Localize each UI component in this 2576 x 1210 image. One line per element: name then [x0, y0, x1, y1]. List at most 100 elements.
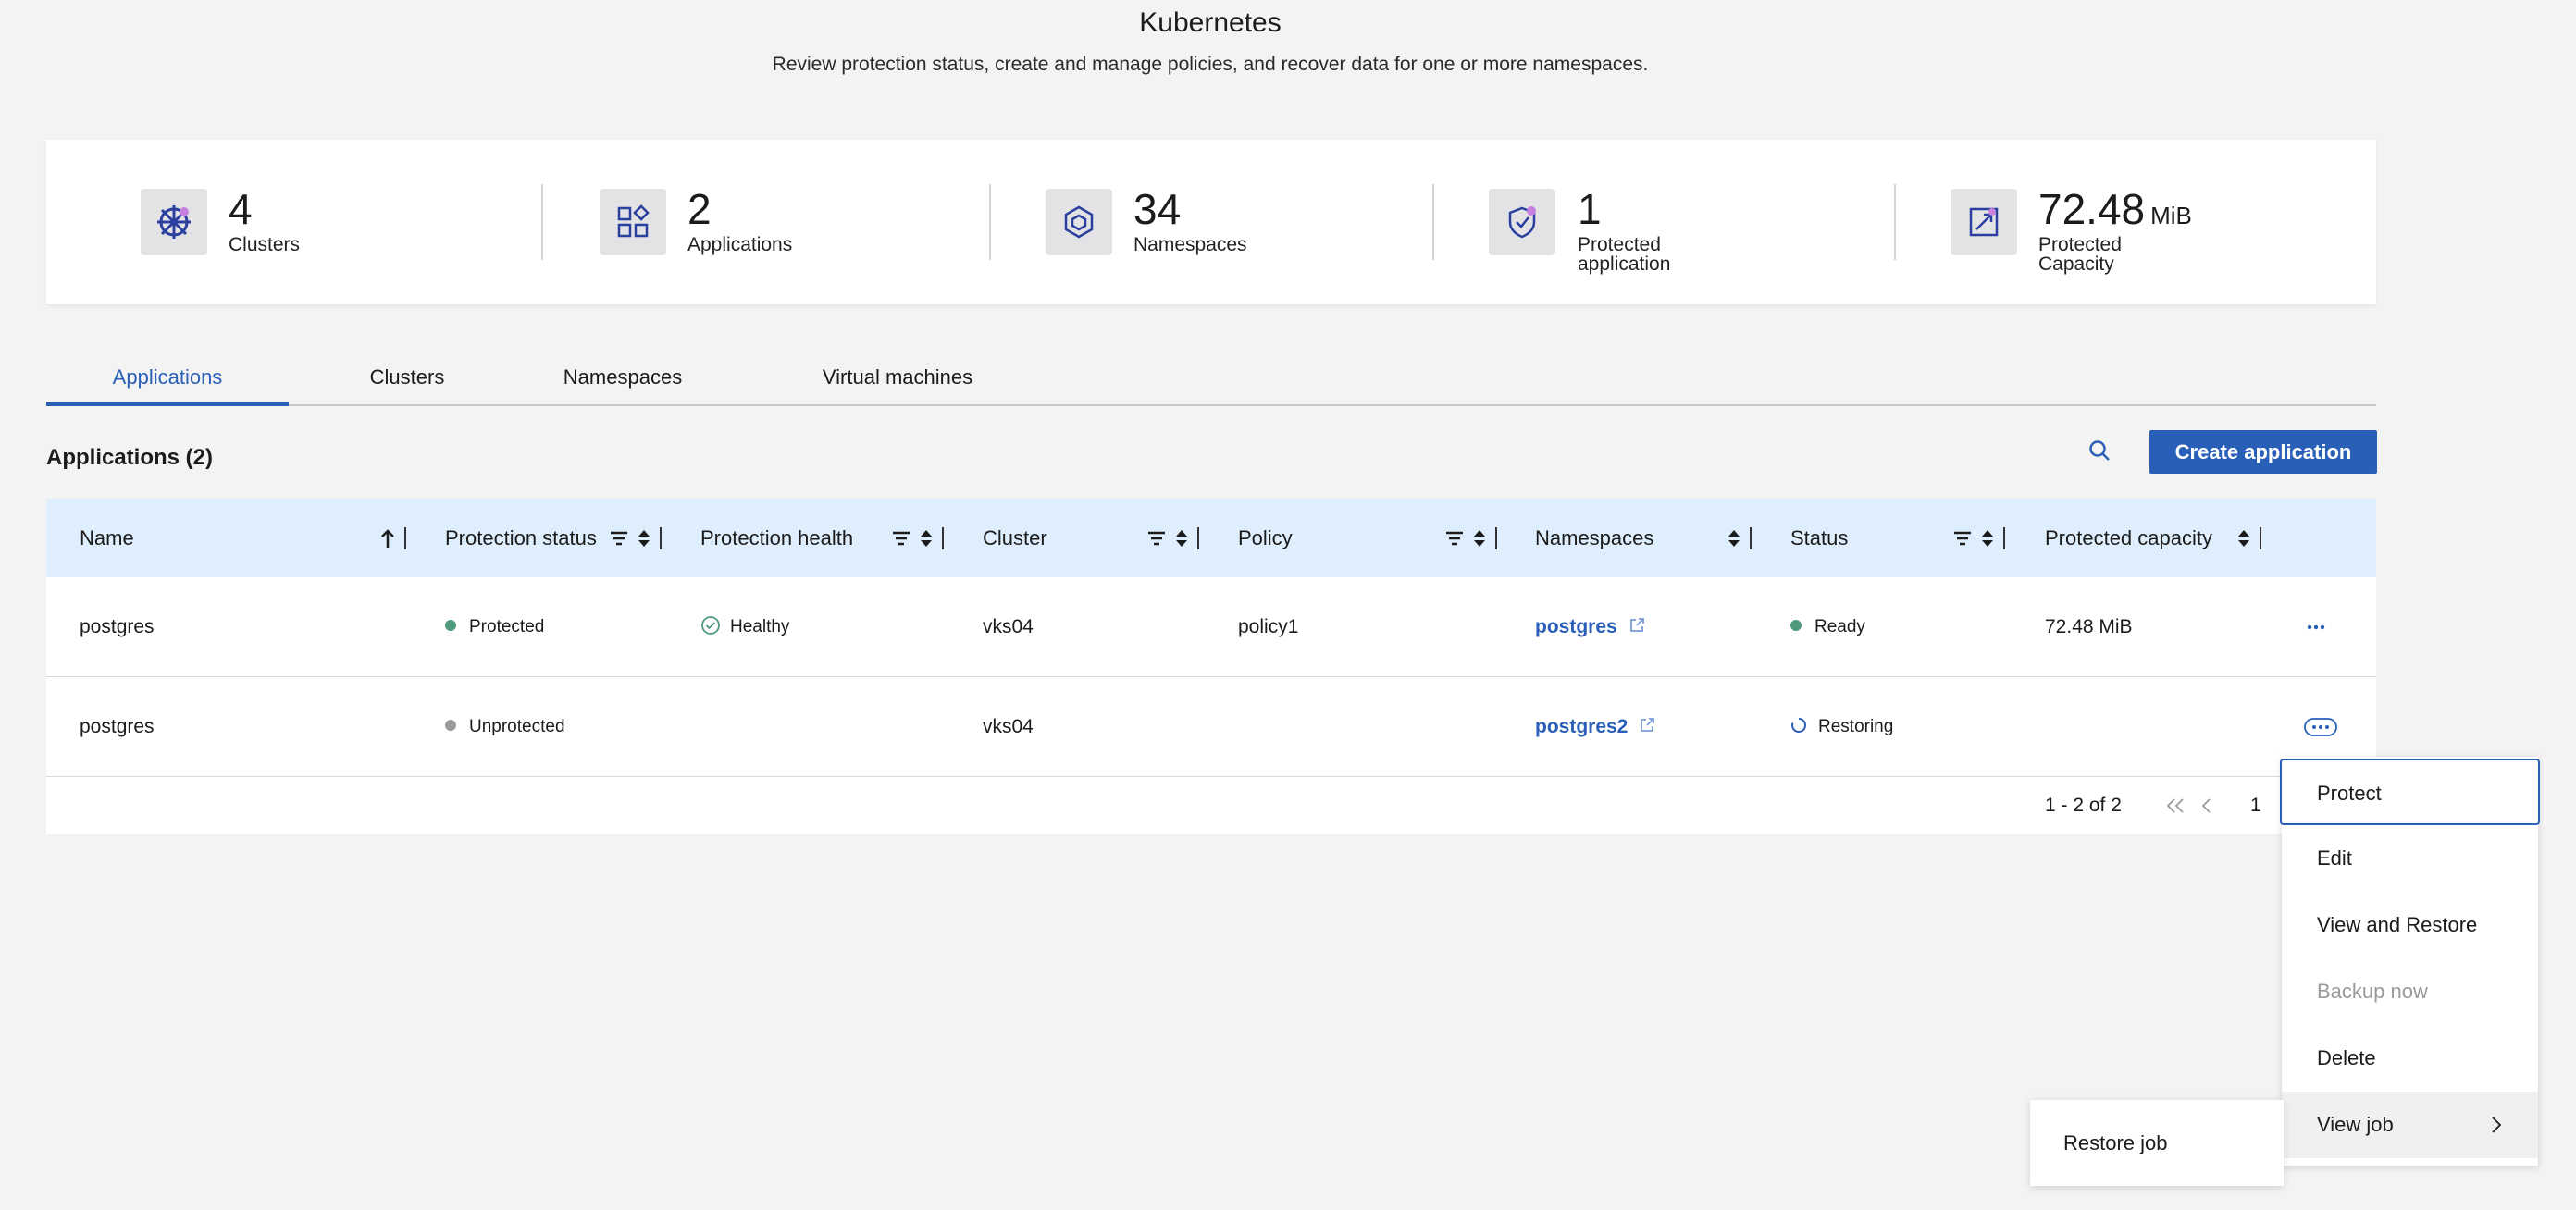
status-controls: [1953, 525, 2005, 552]
filter-icon[interactable]: [1953, 530, 1972, 547]
search-icon: [2089, 440, 2110, 461]
column-resize-handle[interactable]: [2260, 527, 2261, 549]
column-header-cluster[interactable]: Cluster: [983, 499, 1047, 577]
menu-item-delete[interactable]: Delete: [2282, 1025, 2538, 1092]
clusters-label: Clusters: [229, 234, 301, 255]
status-text: Ready: [1814, 617, 1865, 636]
namespaces-count: 34: [1133, 185, 1182, 233]
previous-page-icon[interactable]: [2199, 796, 2214, 815]
status-dot: [445, 719, 456, 731]
external-link-icon[interactable]: [1639, 717, 1655, 734]
sort-icon[interactable]: [1728, 528, 1740, 549]
column-resize-handle[interactable]: [1750, 527, 1752, 549]
divider: [989, 184, 991, 260]
column-header-status[interactable]: Status: [1790, 499, 1848, 577]
clusters-count: 4: [229, 185, 253, 233]
filter-icon[interactable]: [892, 530, 910, 547]
summary-panel: 4 Clusters 2 Applications 34 Namespaces: [46, 140, 2376, 304]
divider: [1894, 184, 1896, 260]
applications-section-title: Applications (2): [46, 445, 214, 470]
sort-icon[interactable]: [1473, 528, 1486, 549]
divider: [541, 184, 543, 260]
namespace-link[interactable]: postgres: [1535, 616, 1617, 637]
menu-item-view-job[interactable]: View job: [2282, 1092, 2538, 1158]
column-resize-handle[interactable]: [660, 527, 662, 549]
tab-applications[interactable]: Applications: [46, 352, 289, 406]
spinner-icon: [1791, 717, 1807, 733]
sort-icon[interactable]: [1175, 528, 1188, 549]
applications-table: Name Protection status Protection health…: [46, 499, 2376, 834]
cell-namespace: postgres: [1535, 577, 1645, 677]
tab-namespaces[interactable]: Namespaces: [535, 352, 711, 406]
applications-count: 2: [687, 185, 712, 233]
sort-icon[interactable]: [1981, 528, 1994, 549]
status-dot: [445, 619, 456, 631]
sort-icon[interactable]: [2237, 528, 2250, 549]
page-title: Kubernetes: [1139, 7, 1282, 38]
protection-status-text: Unprotected: [469, 717, 565, 736]
column-resize-handle[interactable]: [1495, 527, 1497, 549]
chevron-right-icon: [2492, 1117, 2502, 1133]
column-header-namespaces[interactable]: Namespaces: [1535, 499, 1653, 577]
menu-item-protect[interactable]: Protect: [2280, 759, 2540, 825]
menu-item-view-and-restore[interactable]: View and Restore: [2282, 892, 2538, 958]
divider: [1432, 184, 1434, 260]
menu-item-backup-now: Backup now: [2317, 980, 2428, 1003]
cell-protection-status: Protected: [445, 577, 544, 677]
column-header-name[interactable]: Name: [80, 499, 134, 577]
submenu-item-restore-job[interactable]: Restore job: [2030, 1100, 2284, 1186]
column-resize-handle[interactable]: [2003, 527, 2005, 549]
cell-protected-capacity: 72.48 MiB: [2045, 616, 2133, 637]
cell-name: postgres: [80, 616, 155, 637]
column-header-protected-capacity[interactable]: Protected capacity: [2045, 499, 2212, 577]
pagination-range: 1 - 2 of 2: [2045, 795, 2122, 816]
cell-protection-health: Healthy: [700, 577, 789, 677]
first-page-icon[interactable]: [2164, 796, 2186, 815]
protection-status-controls: [610, 525, 662, 552]
table-row[interactable]: postgres Unprotected vks04 postgres2 Res…: [46, 677, 2376, 777]
status-dot: [1790, 619, 1802, 631]
cell-namespace: postgres2: [1535, 677, 1655, 777]
namespace-link[interactable]: postgres2: [1535, 716, 1628, 737]
protection-health-text: Healthy: [730, 617, 790, 636]
search-button[interactable]: [2084, 435, 2115, 466]
cell-status: Restoring: [1790, 677, 1893, 777]
namespaces-controls: [1728, 525, 1752, 552]
more-actions-icon: [2307, 625, 2325, 630]
namespace-cube-icon: [1046, 189, 1112, 255]
tab-virtual-machines[interactable]: Virtual machines: [791, 352, 1004, 406]
row-actions-button[interactable]: [2304, 577, 2328, 677]
filter-icon[interactable]: [1445, 530, 1464, 547]
menu-item-edit[interactable]: Edit: [2282, 825, 2538, 892]
more-actions-icon: [2304, 718, 2337, 737]
pagination-bar: 1 - 2 of 2 1: [46, 777, 2376, 834]
capacity-unit: MiB: [2150, 202, 2192, 229]
column-resize-handle[interactable]: [1197, 527, 1199, 549]
tab-bar: Applications Clusters Namespaces Virtual…: [46, 352, 2376, 406]
filter-icon[interactable]: [1147, 530, 1166, 547]
external-link-icon[interactable]: [1629, 617, 1645, 634]
sort-icon[interactable]: [920, 528, 933, 549]
name-sort-control: [380, 525, 406, 552]
tab-clusters[interactable]: Clusters: [335, 352, 479, 406]
current-page[interactable]: 1: [2250, 777, 2261, 834]
status-text: Restoring: [1818, 717, 1894, 736]
column-resize-handle[interactable]: [404, 527, 406, 549]
column-header-policy[interactable]: Policy: [1238, 499, 1293, 577]
column-header-protection-status[interactable]: Protection status: [445, 499, 597, 577]
sort-ascending-icon[interactable]: [380, 528, 395, 549]
table-row[interactable]: postgres Protected Healthy vks04 policy1…: [46, 577, 2376, 677]
page-subtitle: Review protection status, create and man…: [772, 54, 1649, 75]
column-resize-handle[interactable]: [942, 527, 944, 549]
applications-grid-icon: [600, 189, 666, 255]
column-header-protection-health[interactable]: Protection health: [700, 499, 853, 577]
cluster-controls: [1147, 525, 1199, 552]
create-application-button[interactable]: Create application: [2149, 430, 2377, 474]
protection-health-controls: [892, 525, 944, 552]
capacity-number: 72.48: [2038, 185, 2146, 233]
sort-icon[interactable]: [638, 528, 650, 549]
cell-cluster: vks04: [983, 716, 1034, 737]
protected-capacity-value: 72.48 MiB: [2038, 188, 2192, 230]
filter-icon[interactable]: [610, 530, 628, 547]
cell-policy: policy1: [1238, 616, 1299, 637]
